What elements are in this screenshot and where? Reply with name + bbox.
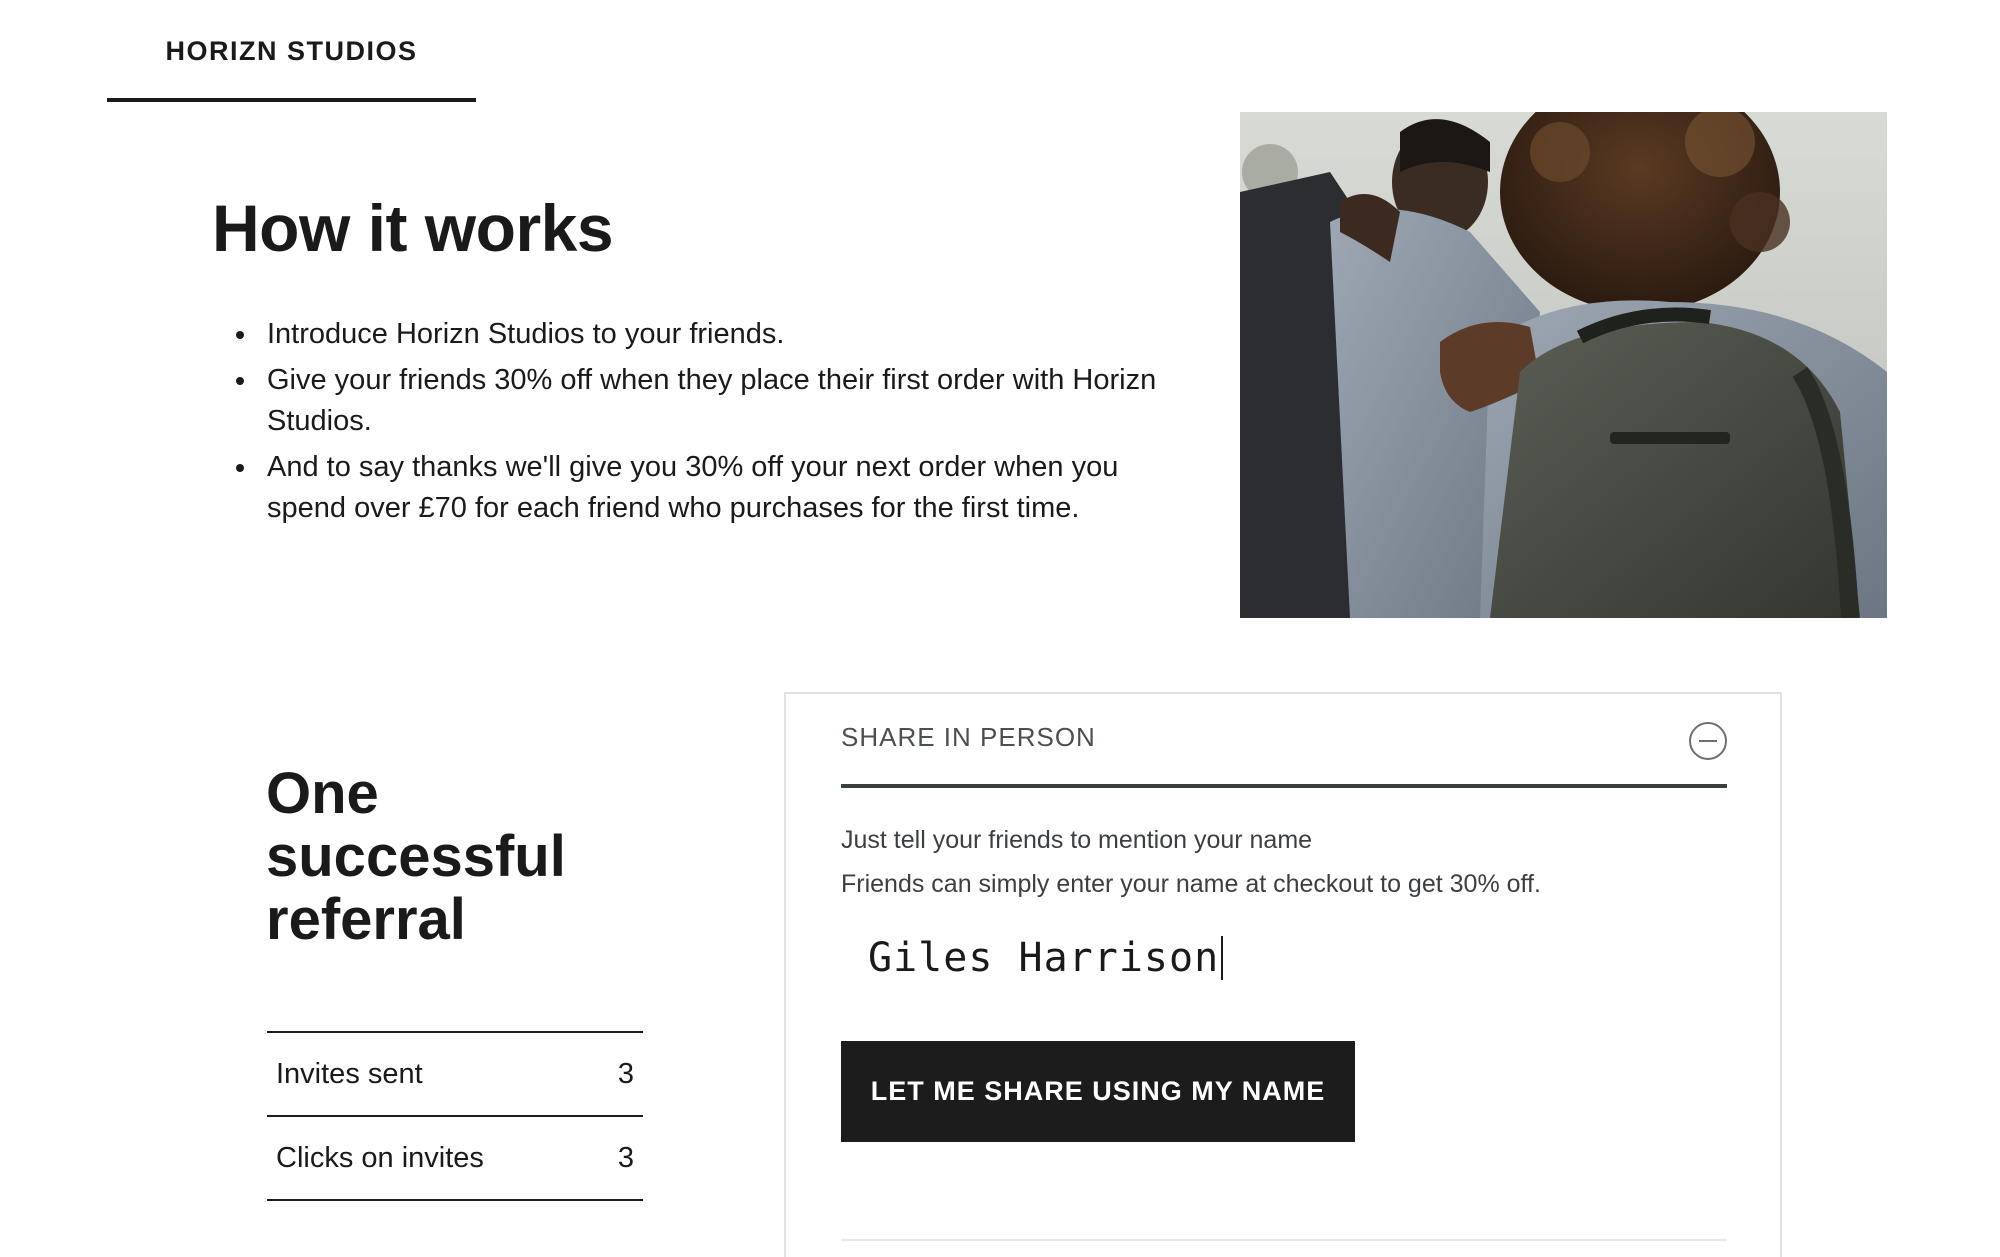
how-it-works-item: Introduce Horizn Studios to your friends… [232, 314, 1172, 355]
share-using-name-button[interactable]: LET ME SHARE USING MY NAME [841, 1041, 1355, 1142]
minus-circle-icon[interactable] [1689, 722, 1727, 760]
stat-label: Invites sent [276, 1057, 423, 1090]
text-caret [1221, 936, 1224, 980]
friends-with-backpack-image [1240, 112, 1887, 618]
share-description: Just tell your friends to mention your n… [841, 818, 1727, 906]
stat-row-invites-sent: Invites sent 3 [267, 1033, 643, 1117]
brand-tab-label: HORIZN STUDIOS [165, 36, 418, 66]
how-it-works-item: And to say thanks we'll give you 30% off… [232, 447, 1172, 529]
referral-page: HORIZN STUDIOS How it works Introduce Ho… [0, 0, 2000, 1257]
stat-label: Clicks on invites [276, 1141, 484, 1174]
how-it-works-item: Give your friends 30% off when they plac… [232, 360, 1172, 442]
stat-value: 3 [617, 1141, 634, 1174]
hero-photo [1240, 112, 1887, 618]
stat-value: 3 [617, 1057, 634, 1090]
share-description-line: Just tell your friends to mention your n… [841, 826, 1313, 854]
share-name-input[interactable]: Giles Harrison [868, 928, 1688, 988]
referral-summary-title: One successful referral [266, 761, 566, 952]
share-panel-header[interactable]: SHARE IN PERSON [841, 722, 1727, 788]
share-description-line: Friends can simply enter your name at ch… [841, 870, 1541, 898]
brand-tab[interactable]: HORIZN STUDIOS [107, 22, 476, 102]
share-panel-title: SHARE IN PERSON [841, 722, 1096, 752]
referral-stats-table: Invites sent 3 Clicks on invites 3 [267, 1031, 643, 1201]
stat-row-clicks-on-invites: Clicks on invites 3 [267, 1117, 643, 1201]
share-name-value: Giles Harrison [868, 935, 1220, 981]
how-it-works-list: Introduce Horizn Studios to your friends… [232, 314, 1172, 534]
panel-divider [841, 1239, 1727, 1241]
share-in-person-panel: SHARE IN PERSON Just tell your friends t… [784, 692, 1782, 1257]
how-it-works-title: How it works [212, 191, 614, 265]
